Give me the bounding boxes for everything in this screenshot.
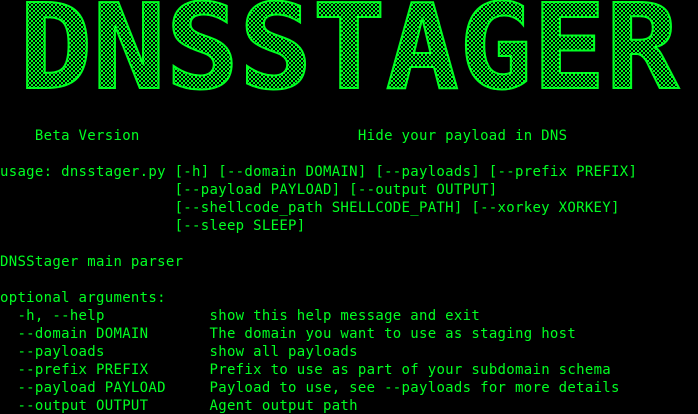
argument-row-prefix: --prefix PREFIX Prefix to use as part of…: [0, 361, 611, 379]
terminal-window: DNSSTAGER Beta Version Hide your payload…: [0, 0, 698, 414]
parser-description: DNSStager main parser: [0, 254, 184, 270]
argument-row-payloads: --payloads show all payloads: [0, 343, 358, 361]
argument-row-payload: --payload PAYLOAD Payload to use, see --…: [0, 379, 620, 397]
argument-row-domain: --domain DOMAIN The domain you want to u…: [0, 325, 576, 343]
argument-flag: --domain DOMAIN: [0, 326, 210, 342]
argument-flag: --payload PAYLOAD: [0, 380, 210, 396]
optional-arguments-header: optional arguments:: [0, 290, 166, 306]
banner-text: DNSSTAGER: [19, 0, 680, 102]
usage-line-2: [--payload PAYLOAD] [--output OUTPUT]: [0, 182, 498, 198]
argument-help: Agent output path: [209, 398, 358, 414]
usage-line-1: usage: dnsstager.py [-h] [--domain DOMAI…: [0, 164, 638, 180]
argument-flag: --prefix PREFIX: [0, 362, 210, 378]
argument-help: show this help message and exit: [209, 308, 481, 324]
argument-row-help: -h, --help show this help message and ex…: [0, 307, 480, 325]
argument-flag: --output OUTPUT: [0, 398, 210, 414]
argument-row-output: --output OUTPUT Agent output path: [0, 397, 358, 414]
argument-help: show all payloads: [209, 344, 358, 360]
argument-help: The domain you want to use as staging ho…: [209, 326, 577, 342]
dnsstager-ascii-banner: DNSSTAGER: [18, 0, 681, 102]
argument-flag: -h, --help: [0, 308, 210, 324]
argument-help: Prefix to use as part of your subdomain …: [209, 362, 612, 378]
argument-help: Payload to use, see --payloads for more …: [209, 380, 620, 396]
usage-line-4: [--sleep SLEEP]: [0, 218, 306, 234]
argument-flag: --payloads: [0, 344, 210, 360]
usage-line-3: [--shellcode_path SHELLCODE_PATH] [--xor…: [0, 200, 620, 216]
beta-version-line: Beta Version Hide your payload in DNS: [0, 128, 568, 144]
